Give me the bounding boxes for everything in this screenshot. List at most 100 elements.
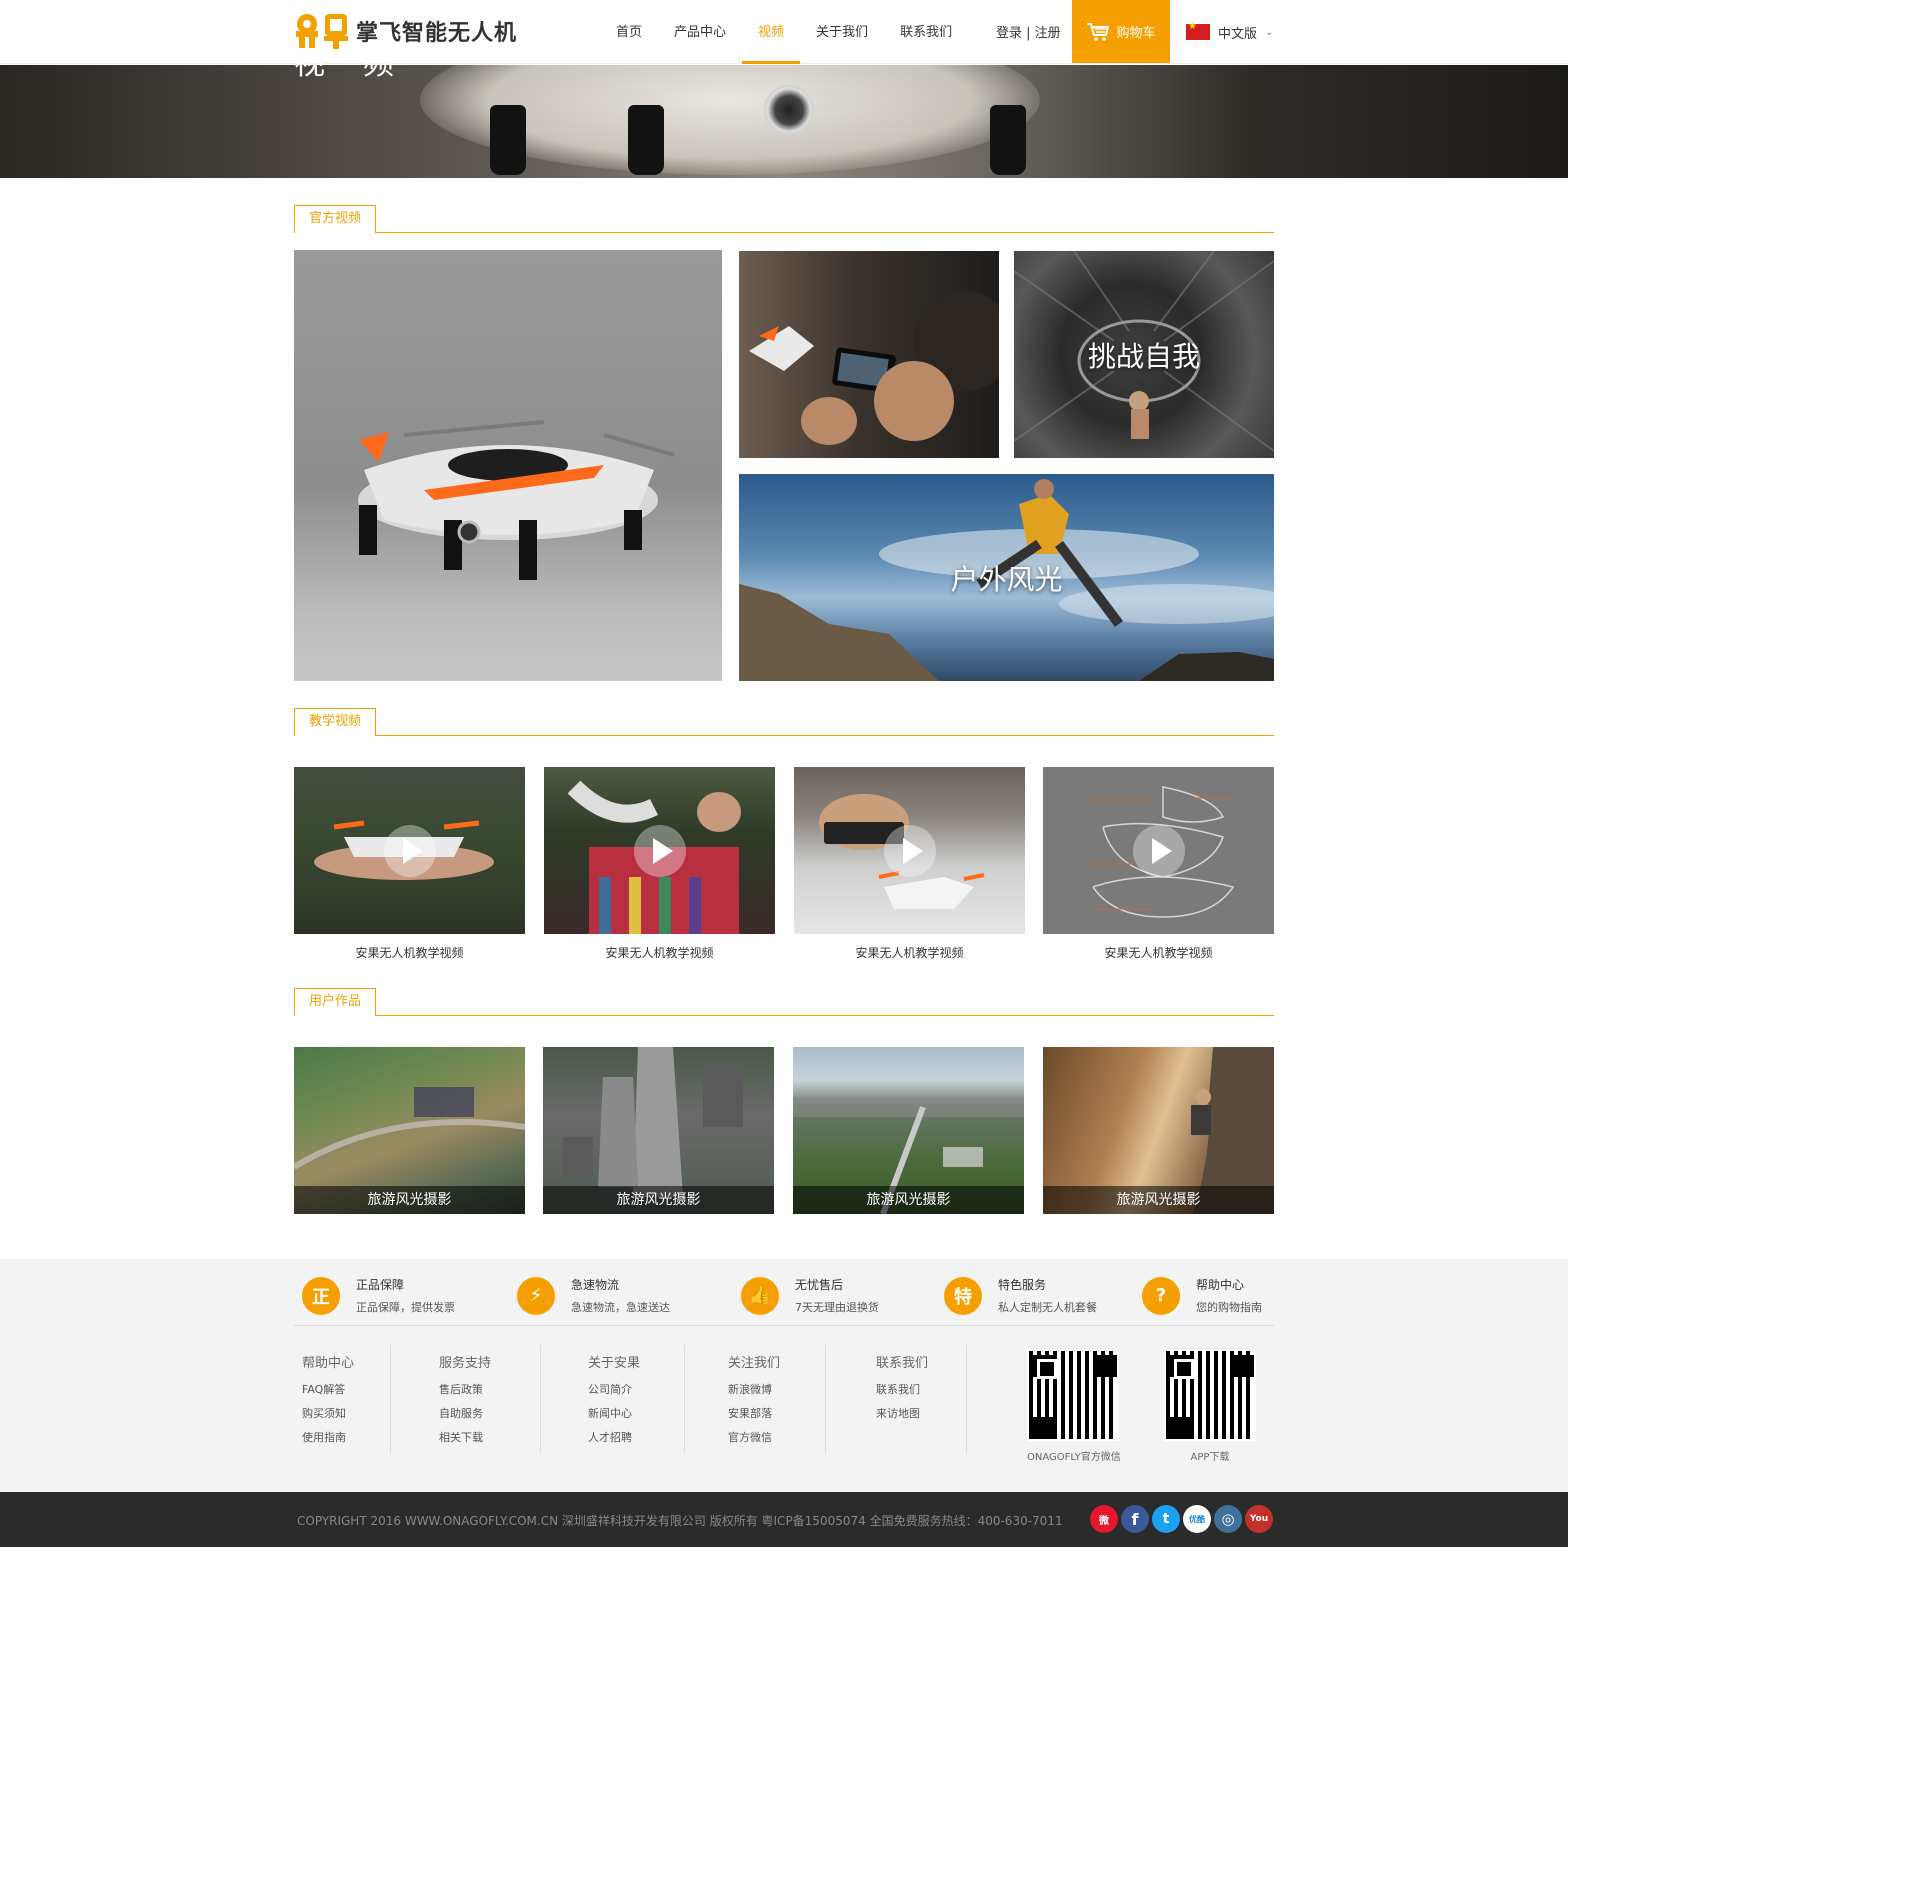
qr-code-icon	[1164, 1349, 1256, 1441]
tutorial-video-card[interactable]: 安果无人机教学视频	[794, 767, 1025, 961]
video-thumbnail	[1043, 767, 1274, 934]
play-icon[interactable]	[383, 824, 436, 877]
feature-title: 正品保障	[356, 1278, 405, 1292]
feature-special-service: 特 特色服务 私人定制无人机套餐	[944, 1276, 1097, 1315]
footer-link[interactable]: 公司简介	[588, 1381, 640, 1405]
qr-label: ONAGOFLY官方微信	[1027, 1452, 1121, 1463]
feature-help-center: ? 帮助中心 您的购物指南	[1142, 1276, 1262, 1315]
drone-image	[358, 420, 675, 580]
question-icon: ?	[1142, 1276, 1180, 1315]
work-label: 旅游风光摄影	[294, 1186, 525, 1214]
cart-button[interactable]: 购物车	[1072, 0, 1170, 63]
nav-videos[interactable]: 视频	[742, 0, 801, 64]
nav-home[interactable]: 首页	[600, 0, 658, 64]
play-icon[interactable]	[883, 824, 936, 877]
footer-link[interactable]: 新浪微博	[728, 1381, 780, 1405]
footer-link[interactable]: 自助服务	[439, 1405, 491, 1429]
footer-link[interactable]: 安果部落	[728, 1405, 780, 1429]
facebook-icon[interactable]: f	[1121, 1505, 1149, 1533]
section-user-works: 用户作品	[294, 988, 1274, 1016]
footer-link[interactable]: 来访地图	[876, 1405, 928, 1429]
official-video-phone-control[interactable]	[739, 251, 999, 458]
section-title: 官方视频	[294, 205, 377, 233]
feature-subtitle: 私人定制无人机套餐	[998, 1301, 1097, 1314]
footer-link[interactable]: 相关下载	[439, 1429, 491, 1453]
cart-icon	[1087, 22, 1110, 41]
main-nav: 首页 产品中心 视频 关于我们 联系我们	[600, 0, 968, 64]
video-thumbnail	[794, 767, 1025, 934]
feature-title: 特色服务	[998, 1278, 1047, 1292]
footer-link[interactable]: 新闻中心	[588, 1405, 640, 1429]
official-video-challenge[interactable]: 挑战自我	[1014, 251, 1274, 458]
nav-products[interactable]: 产品中心	[658, 0, 742, 64]
footer-column-help: 帮助中心 FAQ解答 购买须知 使用指南	[302, 1352, 354, 1453]
footer-link[interactable]: 使用指南	[302, 1429, 354, 1453]
language-selector[interactable]: 中文版 ⌄	[1186, 0, 1273, 64]
feature-subtitle: 正品保障，提供发票	[356, 1301, 455, 1314]
work-label: 旅游风光摄影	[793, 1186, 1024, 1214]
special-icon: 特	[944, 1276, 982, 1315]
weibo-icon[interactable]: 微	[1090, 1505, 1118, 1533]
feature-shipping: ⚡ 急速物流 急速物流，急速送达	[517, 1276, 670, 1315]
language-label: 中文版	[1218, 26, 1258, 42]
footer-divider	[294, 1325, 1274, 1326]
section-tutorial-videos: 教学视频	[294, 708, 1274, 736]
footer-column-title: 联系我们	[876, 1356, 929, 1371]
user-work-card[interactable]: 旅游风光摄影	[1043, 1047, 1274, 1214]
lightning-icon: ⚡	[517, 1276, 555, 1315]
footer-link[interactable]: 人才招聘	[588, 1429, 640, 1453]
footer-column-title: 关注我们	[728, 1356, 781, 1371]
tile-caption: 户外风光	[950, 562, 1063, 596]
footer-link[interactable]: 官方微信	[728, 1429, 780, 1453]
footer-column-title: 关于安果	[588, 1356, 641, 1371]
feature-genuine: 正 正品保障 正品保障，提供发票	[302, 1276, 455, 1315]
instagram-icon[interactable]: ◎	[1214, 1505, 1242, 1533]
footer-column-contact: 联系我们 联系我们 来访地图	[876, 1352, 928, 1429]
section-official-videos: 官方视频	[294, 205, 1274, 233]
page-banner	[0, 65, 1568, 178]
video-title: 安果无人机教学视频	[855, 946, 964, 960]
qr-app-download: APP下载	[1164, 1349, 1256, 1463]
video-title: 安果无人机教学视频	[355, 946, 464, 960]
chevron-down-icon: ⌄	[1265, 26, 1274, 38]
qr-code-icon	[1027, 1349, 1119, 1441]
play-icon[interactable]	[633, 824, 686, 877]
footer-link[interactable]: 联系我们	[876, 1381, 928, 1405]
tutorial-video-card[interactable]: 安果无人机教学视频	[294, 767, 525, 961]
nav-about[interactable]: 关于我们	[800, 0, 884, 64]
video-title: 安果无人机教学视频	[605, 946, 714, 960]
footer-column-title: 服务支持	[439, 1356, 492, 1371]
footer-column-support: 服务支持 售后政策 自助服务 相关下载	[439, 1352, 491, 1453]
tutorial-video-card[interactable]: 安果无人机教学视频	[544, 767, 775, 961]
play-icon[interactable]	[1132, 824, 1185, 877]
copyright-text: COPYRIGHT 2016 WWW.ONAGOFLY.COM.CN 深圳盛祥科…	[297, 1514, 1063, 1528]
tile-caption: 挑战自我	[1087, 339, 1200, 373]
footer-link[interactable]: 购买须知	[302, 1405, 354, 1429]
youku-icon[interactable]: 优酷	[1183, 1505, 1211, 1533]
work-label: 旅游风光摄影	[1043, 1186, 1274, 1214]
feature-after-sales: 👍 无忧售后 7天无理由退换货	[741, 1276, 879, 1315]
footer-link[interactable]: 售后政策	[439, 1381, 491, 1405]
page-title: 视 频	[294, 46, 408, 82]
qr-wechat: ONAGOFLY官方微信	[1027, 1349, 1121, 1463]
section-title: 用户作品	[294, 988, 377, 1016]
user-work-card[interactable]: 旅游风光摄影	[294, 1047, 525, 1214]
official-video-outdoor[interactable]: 户外风光	[739, 474, 1274, 681]
thumbs-up-icon: 👍	[741, 1276, 779, 1315]
video-thumbnail	[544, 767, 775, 934]
user-work-card[interactable]: 旅游风光摄影	[793, 1047, 1024, 1214]
twitter-icon[interactable]: t	[1152, 1505, 1180, 1533]
official-video-main[interactable]	[294, 250, 722, 681]
user-work-card[interactable]: 旅游风光摄影	[543, 1047, 774, 1214]
site-header: 掌飞智能无人机 首页 产品中心 视频 关于我们 联系我们 登录 | 注册 购物车…	[0, 0, 1568, 64]
video-thumbnail	[294, 767, 525, 934]
work-label: 旅游风光摄影	[543, 1186, 774, 1214]
tutorial-video-card[interactable]: 安果无人机教学视频	[1043, 767, 1274, 961]
footer-column-about: 关于安果 公司简介 新闻中心 人才招聘	[588, 1352, 640, 1453]
feature-subtitle: 7天无理由退换货	[795, 1301, 879, 1314]
nav-contact[interactable]: 联系我们	[884, 0, 968, 64]
qr-label: APP下载	[1190, 1452, 1230, 1463]
footer-link[interactable]: FAQ解答	[302, 1381, 354, 1405]
youtube-icon[interactable]: You	[1245, 1505, 1273, 1533]
login-register-link[interactable]: 登录 | 注册	[996, 0, 1061, 64]
